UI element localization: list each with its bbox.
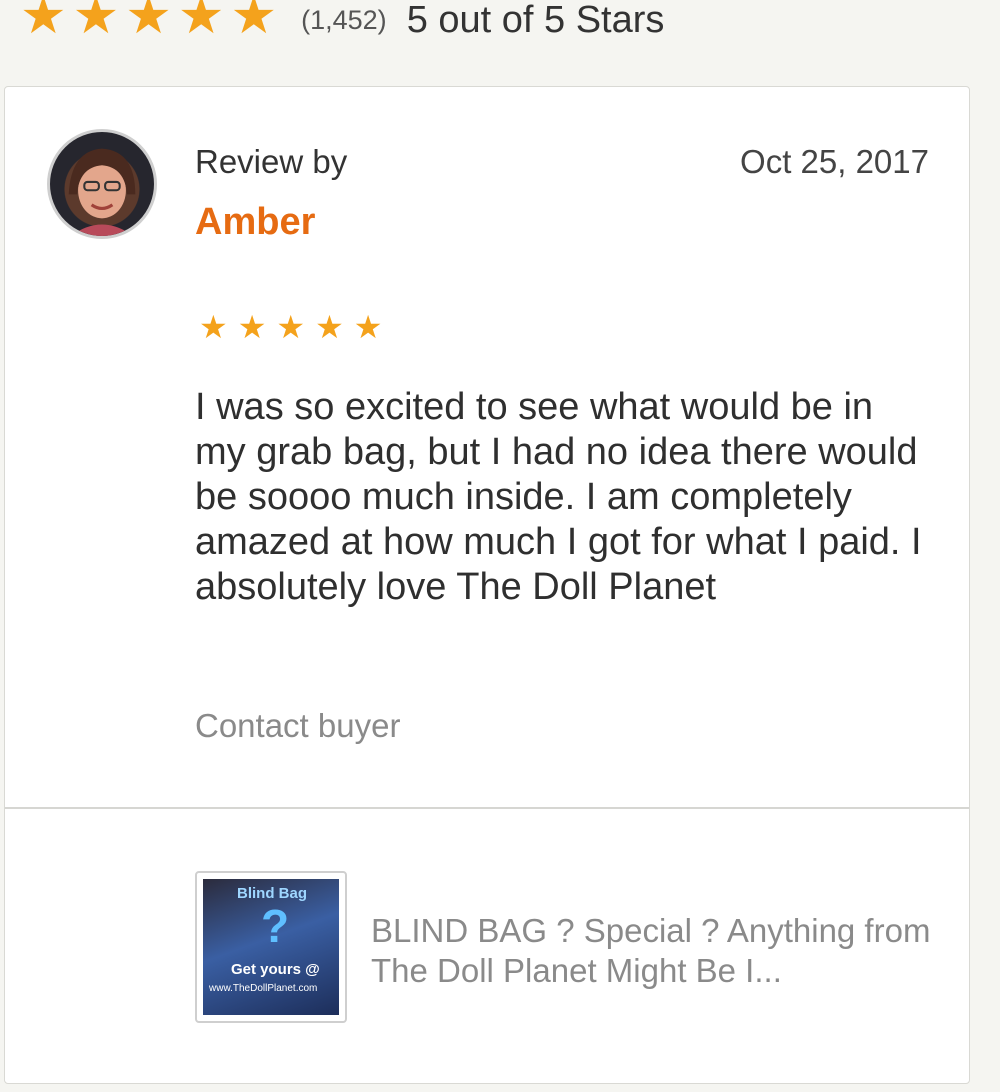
thumbnail-caption: Get yours @ [231, 961, 320, 978]
thumbnail-url: www.TheDollPlanet.com [209, 983, 318, 994]
rating-summary: 5 out of 5 Stars [406, 0, 665, 41]
avatar-photo-icon [68, 148, 136, 236]
review-card: Review by Oct 25, 2017 Amber ★ ★ ★ ★ ★ I… [4, 86, 970, 1084]
review-text: I was so excited to see what would be in… [195, 386, 922, 608]
star-icon: ★ [315, 309, 344, 345]
product-title-link[interactable]: BLIND BAG ? Special ? Anything from The … [371, 911, 931, 991]
reviewer-name-link[interactable]: Amber [195, 201, 315, 244]
star-icon: ★ [353, 309, 383, 345]
review-by-label: Review by [195, 143, 348, 180]
star-icon: ★ [20, 0, 67, 45]
contact-buyer-link[interactable]: Contact buyer [195, 707, 400, 745]
star-icon: ★ [230, 0, 278, 45]
question-mark-icon: ? [261, 900, 290, 952]
overall-stars: ★ ★ ★ ★ ★ [20, 0, 277, 42]
star-icon: ★ [177, 0, 225, 45]
product-image: Blind Bag ? Get yours @ www.TheDollPlane… [203, 879, 339, 1015]
reviewer-avatar[interactable] [47, 129, 157, 239]
star-icon: ★ [199, 309, 228, 345]
star-icon: ★ [125, 0, 172, 45]
star-icon: ★ [237, 309, 267, 345]
star-icon: ★ [276, 309, 306, 345]
divider [5, 807, 969, 809]
review-count: (1,452) [301, 4, 387, 35]
review-date: Oct 25, 2017 [740, 143, 929, 180]
top-rating-bar: ★ ★ ★ ★ ★ (1,452) 5 out of 5 Stars [20, 0, 665, 42]
product-thumbnail[interactable]: Blind Bag ? Get yours @ www.TheDollPlane… [195, 871, 347, 1023]
review-stars: ★ ★ ★ ★ ★ [199, 307, 382, 347]
star-icon: ★ [72, 0, 120, 45]
